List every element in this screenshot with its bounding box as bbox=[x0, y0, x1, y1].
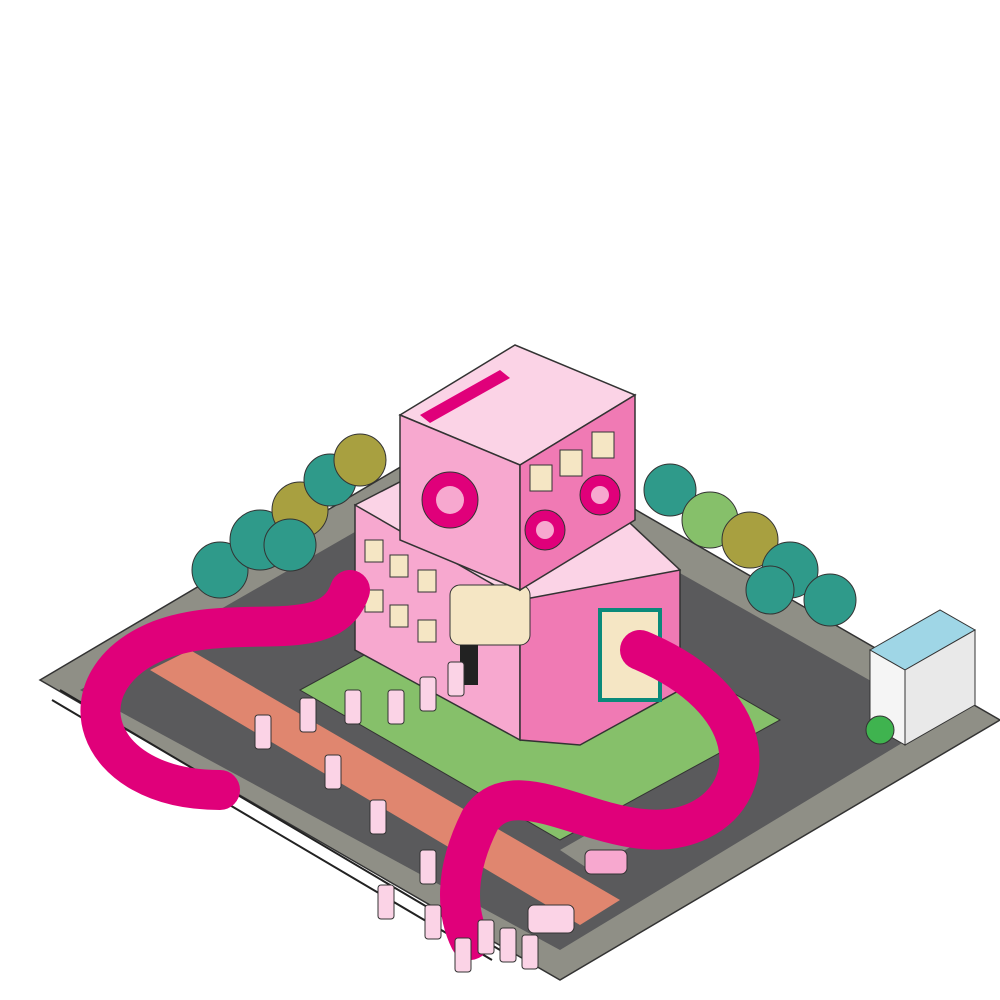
tree-icon bbox=[865, 715, 895, 745]
robot-figure-icon bbox=[344, 689, 362, 725]
robot-figure-icon bbox=[419, 676, 437, 712]
isometric-scene bbox=[38, 344, 1000, 981]
robot-figure-icon bbox=[299, 697, 317, 733]
robot-figure-icon bbox=[447, 661, 465, 697]
robot-figure-icon bbox=[499, 927, 517, 963]
robot-figure-icon bbox=[369, 799, 387, 835]
robot-figure-icon bbox=[324, 754, 342, 790]
robot-figure-icon bbox=[477, 919, 495, 955]
car-icon bbox=[584, 849, 628, 875]
robot-figure-icon bbox=[521, 934, 539, 970]
robot-figure-icon bbox=[377, 884, 395, 920]
robot-figure-icon bbox=[424, 904, 442, 940]
robot-figure-icon bbox=[254, 714, 272, 750]
car-icon bbox=[527, 904, 575, 934]
robot-figure-icon bbox=[454, 937, 472, 973]
robot-figure-icon bbox=[419, 849, 437, 885]
robot-figure-icon bbox=[387, 689, 405, 725]
